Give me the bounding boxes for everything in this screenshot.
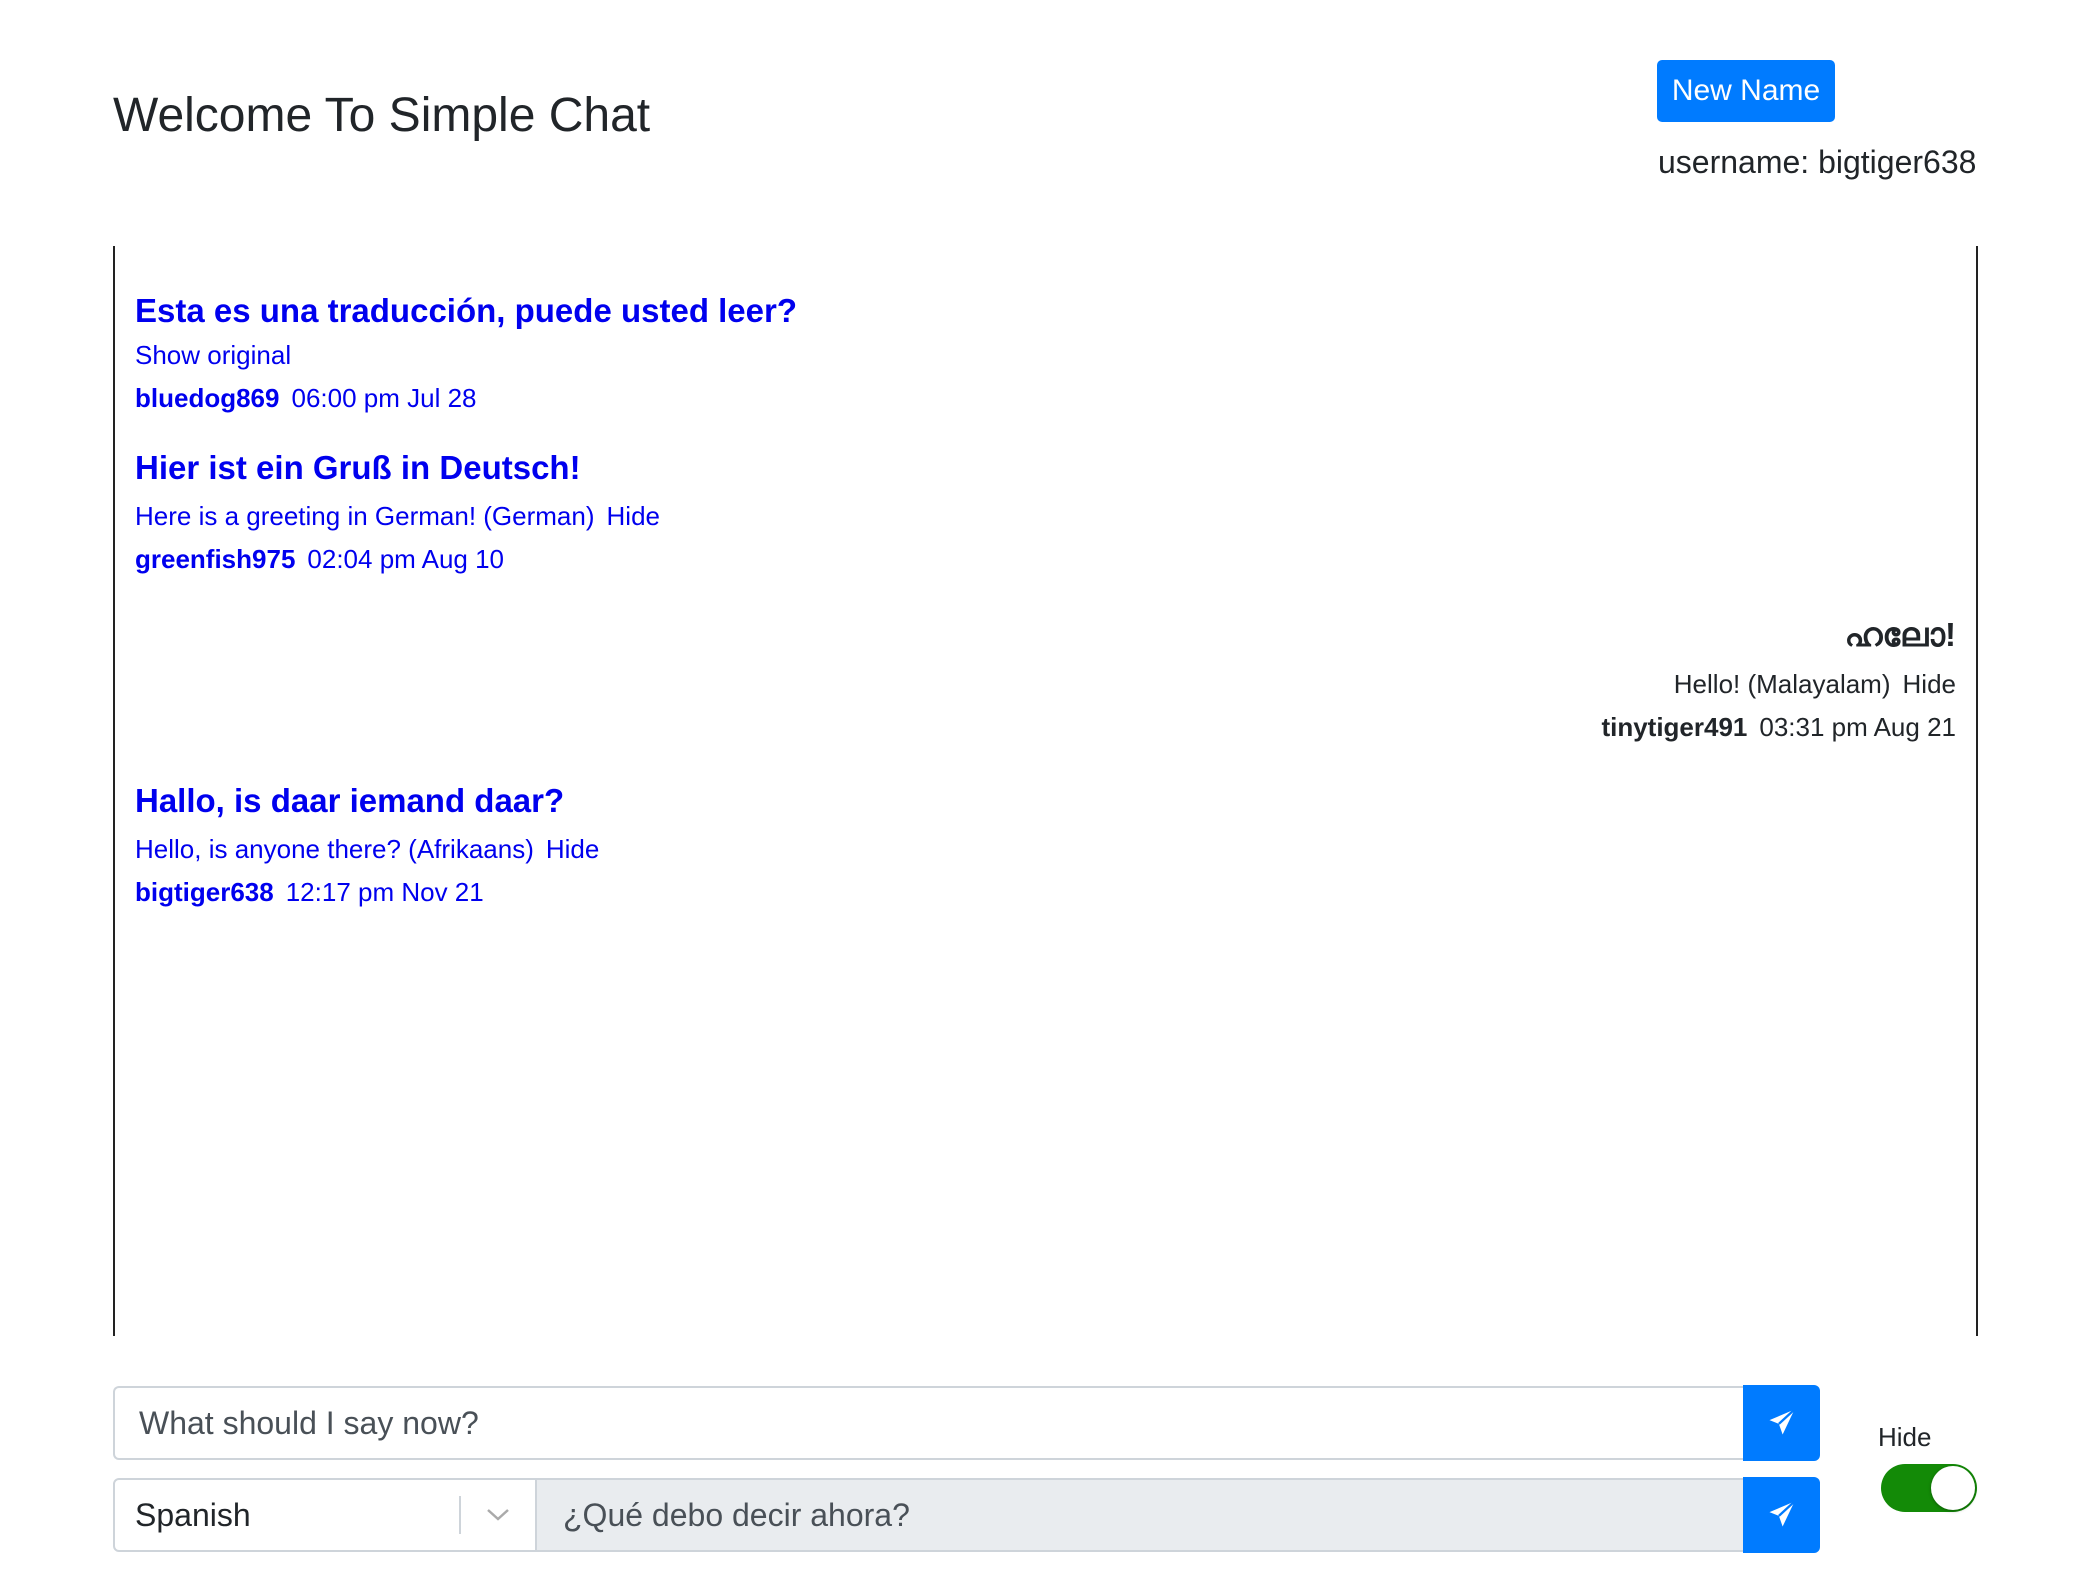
message-translation: Hello! (Malayalam) Hide (1601, 669, 1956, 700)
message-translation: Hello, is anyone there? (Afrikaans) Hide (135, 834, 599, 865)
translated-message-field: ¿Qué debo decir ahora? (537, 1478, 1743, 1552)
chat-messages-panel[interactable]: Esta es una traducción, puede usted leer… (113, 246, 1978, 1336)
hide-toggle-switch[interactable] (1881, 1464, 1977, 1512)
translation-text: Here is a greeting in German! (German) (135, 501, 595, 531)
message-timestamp: 02:04 pm Aug 10 (307, 544, 505, 574)
page-title: Welcome To Simple Chat (113, 89, 651, 142)
message-meta: bluedog869 06:00 pm Jul 28 (135, 383, 797, 414)
message-meta: bigtiger638 12:17 pm Nov 21 (135, 877, 599, 908)
message-timestamp: 06:00 pm Jul 28 (291, 383, 477, 413)
message-text: Esta es una traducción, puede usted leer… (135, 292, 798, 329)
message-item: Hier ist ein Gruß in Deutsch! Here is a … (135, 449, 660, 575)
message-translation: Here is a greeting in German! (German) Hi… (135, 501, 660, 532)
language-select-value: Spanish (135, 1496, 251, 1533)
hide-translation-link[interactable]: Hide (546, 834, 599, 864)
message-username: greenfish975 (135, 544, 296, 574)
send-translated-button[interactable] (1743, 1477, 1820, 1553)
translation-text: Hello, is anyone there? (Afrikaans) (135, 834, 534, 864)
paper-plane-icon (1767, 1407, 1797, 1440)
chevron-down-icon (461, 1507, 535, 1523)
message-timestamp: 03:31 pm Aug 21 (1759, 712, 1956, 742)
message-timestamp: 12:17 pm Nov 21 (285, 877, 484, 907)
message-text: Hallo, is daar iemand daar? (135, 782, 565, 819)
message-meta: tinytiger491 03:31 pm Aug 21 (1601, 712, 1956, 743)
send-button[interactable] (1743, 1385, 1820, 1461)
show-original-link[interactable]: Show original (135, 340, 797, 371)
hide-toggle-label: Hide (1878, 1422, 1932, 1452)
language-select[interactable]: Spanish (113, 1478, 537, 1552)
paper-plane-icon (1767, 1499, 1797, 1532)
hide-translation-link[interactable]: Hide (607, 501, 660, 531)
message-item: Esta es una traducción, puede usted leer… (135, 292, 797, 414)
message-text: Hier ist ein Gruß in Deutsch! (135, 449, 581, 486)
message-item-own: ഹലോ! Hello! (Malayalam) Hide tinytiger491… (1601, 616, 1956, 743)
toggle-knob (1931, 1466, 1975, 1510)
new-name-button[interactable]: New Name (1657, 60, 1835, 122)
username-label: username: bigtiger638 (1658, 144, 1977, 180)
hide-translation-link[interactable]: Hide (1903, 669, 1956, 699)
translation-text: Hello! (Malayalam) (1673, 669, 1891, 699)
message-username: bluedog869 (135, 383, 280, 413)
message-text: ഹലോ! (1844, 616, 1956, 653)
message-username: tinytiger491 (1601, 712, 1748, 742)
message-username: bigtiger638 (135, 877, 274, 907)
message-input[interactable] (113, 1386, 1743, 1460)
message-item: Hallo, is daar iemand daar? Hello, is an… (135, 782, 599, 908)
message-meta: greenfish975 02:04 pm Aug 10 (135, 544, 660, 575)
